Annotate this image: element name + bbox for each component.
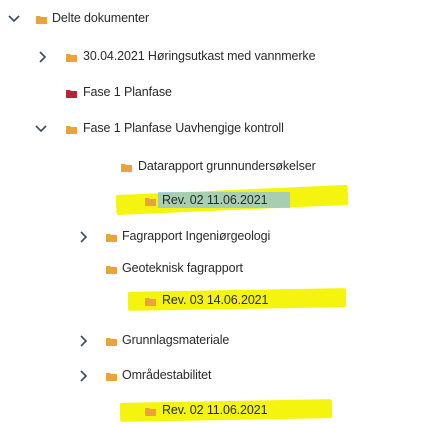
tree-item-rev-03[interactable]: Rev. 03 14.06.2021 <box>0 290 425 312</box>
chevron-down-icon[interactable] <box>7 12 21 26</box>
chevron-right-icon[interactable] <box>77 230 91 244</box>
folder-icon <box>121 163 132 172</box>
folder-icon <box>106 265 117 274</box>
chevron-down-icon[interactable] <box>34 122 48 136</box>
chevron-right-icon[interactable] <box>77 369 91 383</box>
tree-item-label: Fagrapport Ingeniørgeologi <box>122 229 271 243</box>
tree-item-label: Fase 1 Planfase Uavhengige kontroll <box>83 121 284 135</box>
folder-tree: Delte dokumenter 30.04.2021 Høringsutkas… <box>0 0 425 425</box>
tree-item-geoteknisk-fagrapport[interactable]: Geoteknisk fagrapport <box>0 258 425 280</box>
tree-item-fagrapport-ingeniorgeologi[interactable]: Fagrapport Ingeniørgeologi <box>0 226 425 248</box>
tree-item-fase-1-planfase[interactable]: Fase 1 Planfase <box>0 82 425 104</box>
tree-item-label: Fase 1 Planfase <box>83 85 172 99</box>
folder-icon <box>66 125 77 134</box>
chevron-right-icon[interactable] <box>77 334 91 348</box>
tree-item-label: Rev. 03 14.06.2021 <box>162 293 269 307</box>
tree-item-horingsutkast[interactable]: 30.04.2021 Høringsutkast med vannmerke <box>0 46 425 68</box>
folder-icon <box>145 407 156 416</box>
tree-item-label: 30.04.2021 Høringsutkast med vannmerke <box>83 49 316 63</box>
tree-item-label: Områdestabilitet <box>122 368 212 382</box>
chevron-right-icon[interactable] <box>36 50 50 64</box>
folder-icon <box>145 197 156 206</box>
tree-item-datarapport[interactable]: Datarapport grunnundersøkelser <box>0 156 425 178</box>
tree-item-rev-02-datarapport[interactable]: Rev. 02 11.06.2021 <box>0 190 425 212</box>
folder-icon <box>36 15 47 24</box>
tree-item-omradestabilitet[interactable]: Områdestabilitet <box>0 365 425 387</box>
folder-icon <box>106 233 117 242</box>
tree-item-fase-1-uavhengige-kontroll[interactable]: Fase 1 Planfase Uavhengige kontroll <box>0 118 425 140</box>
tree-item-rev-02-omradestabilitet[interactable]: Rev. 02 11.06.2021 <box>0 400 425 422</box>
tree-item-label: Geoteknisk fagrapport <box>122 261 243 275</box>
tree-item-delte-dokumenter[interactable]: Delte dokumenter <box>0 8 425 30</box>
folder-icon <box>145 297 156 306</box>
tree-item-label: Rev. 02 11.06.2021 <box>162 193 268 207</box>
folder-icon <box>66 53 77 62</box>
folder-icon <box>106 372 117 381</box>
tree-item-label: Delte dokumenter <box>52 11 150 25</box>
tree-item-label: Rev. 02 11.06.2021 <box>162 403 268 417</box>
tree-item-label: Grunnlagsmateriale <box>122 333 230 347</box>
tree-item-label: Datarapport grunnundersøkelser <box>138 159 316 173</box>
folder-icon <box>66 89 77 98</box>
folder-icon <box>106 337 117 346</box>
tree-item-grunnlagsmateriale[interactable]: Grunnlagsmateriale <box>0 330 425 352</box>
